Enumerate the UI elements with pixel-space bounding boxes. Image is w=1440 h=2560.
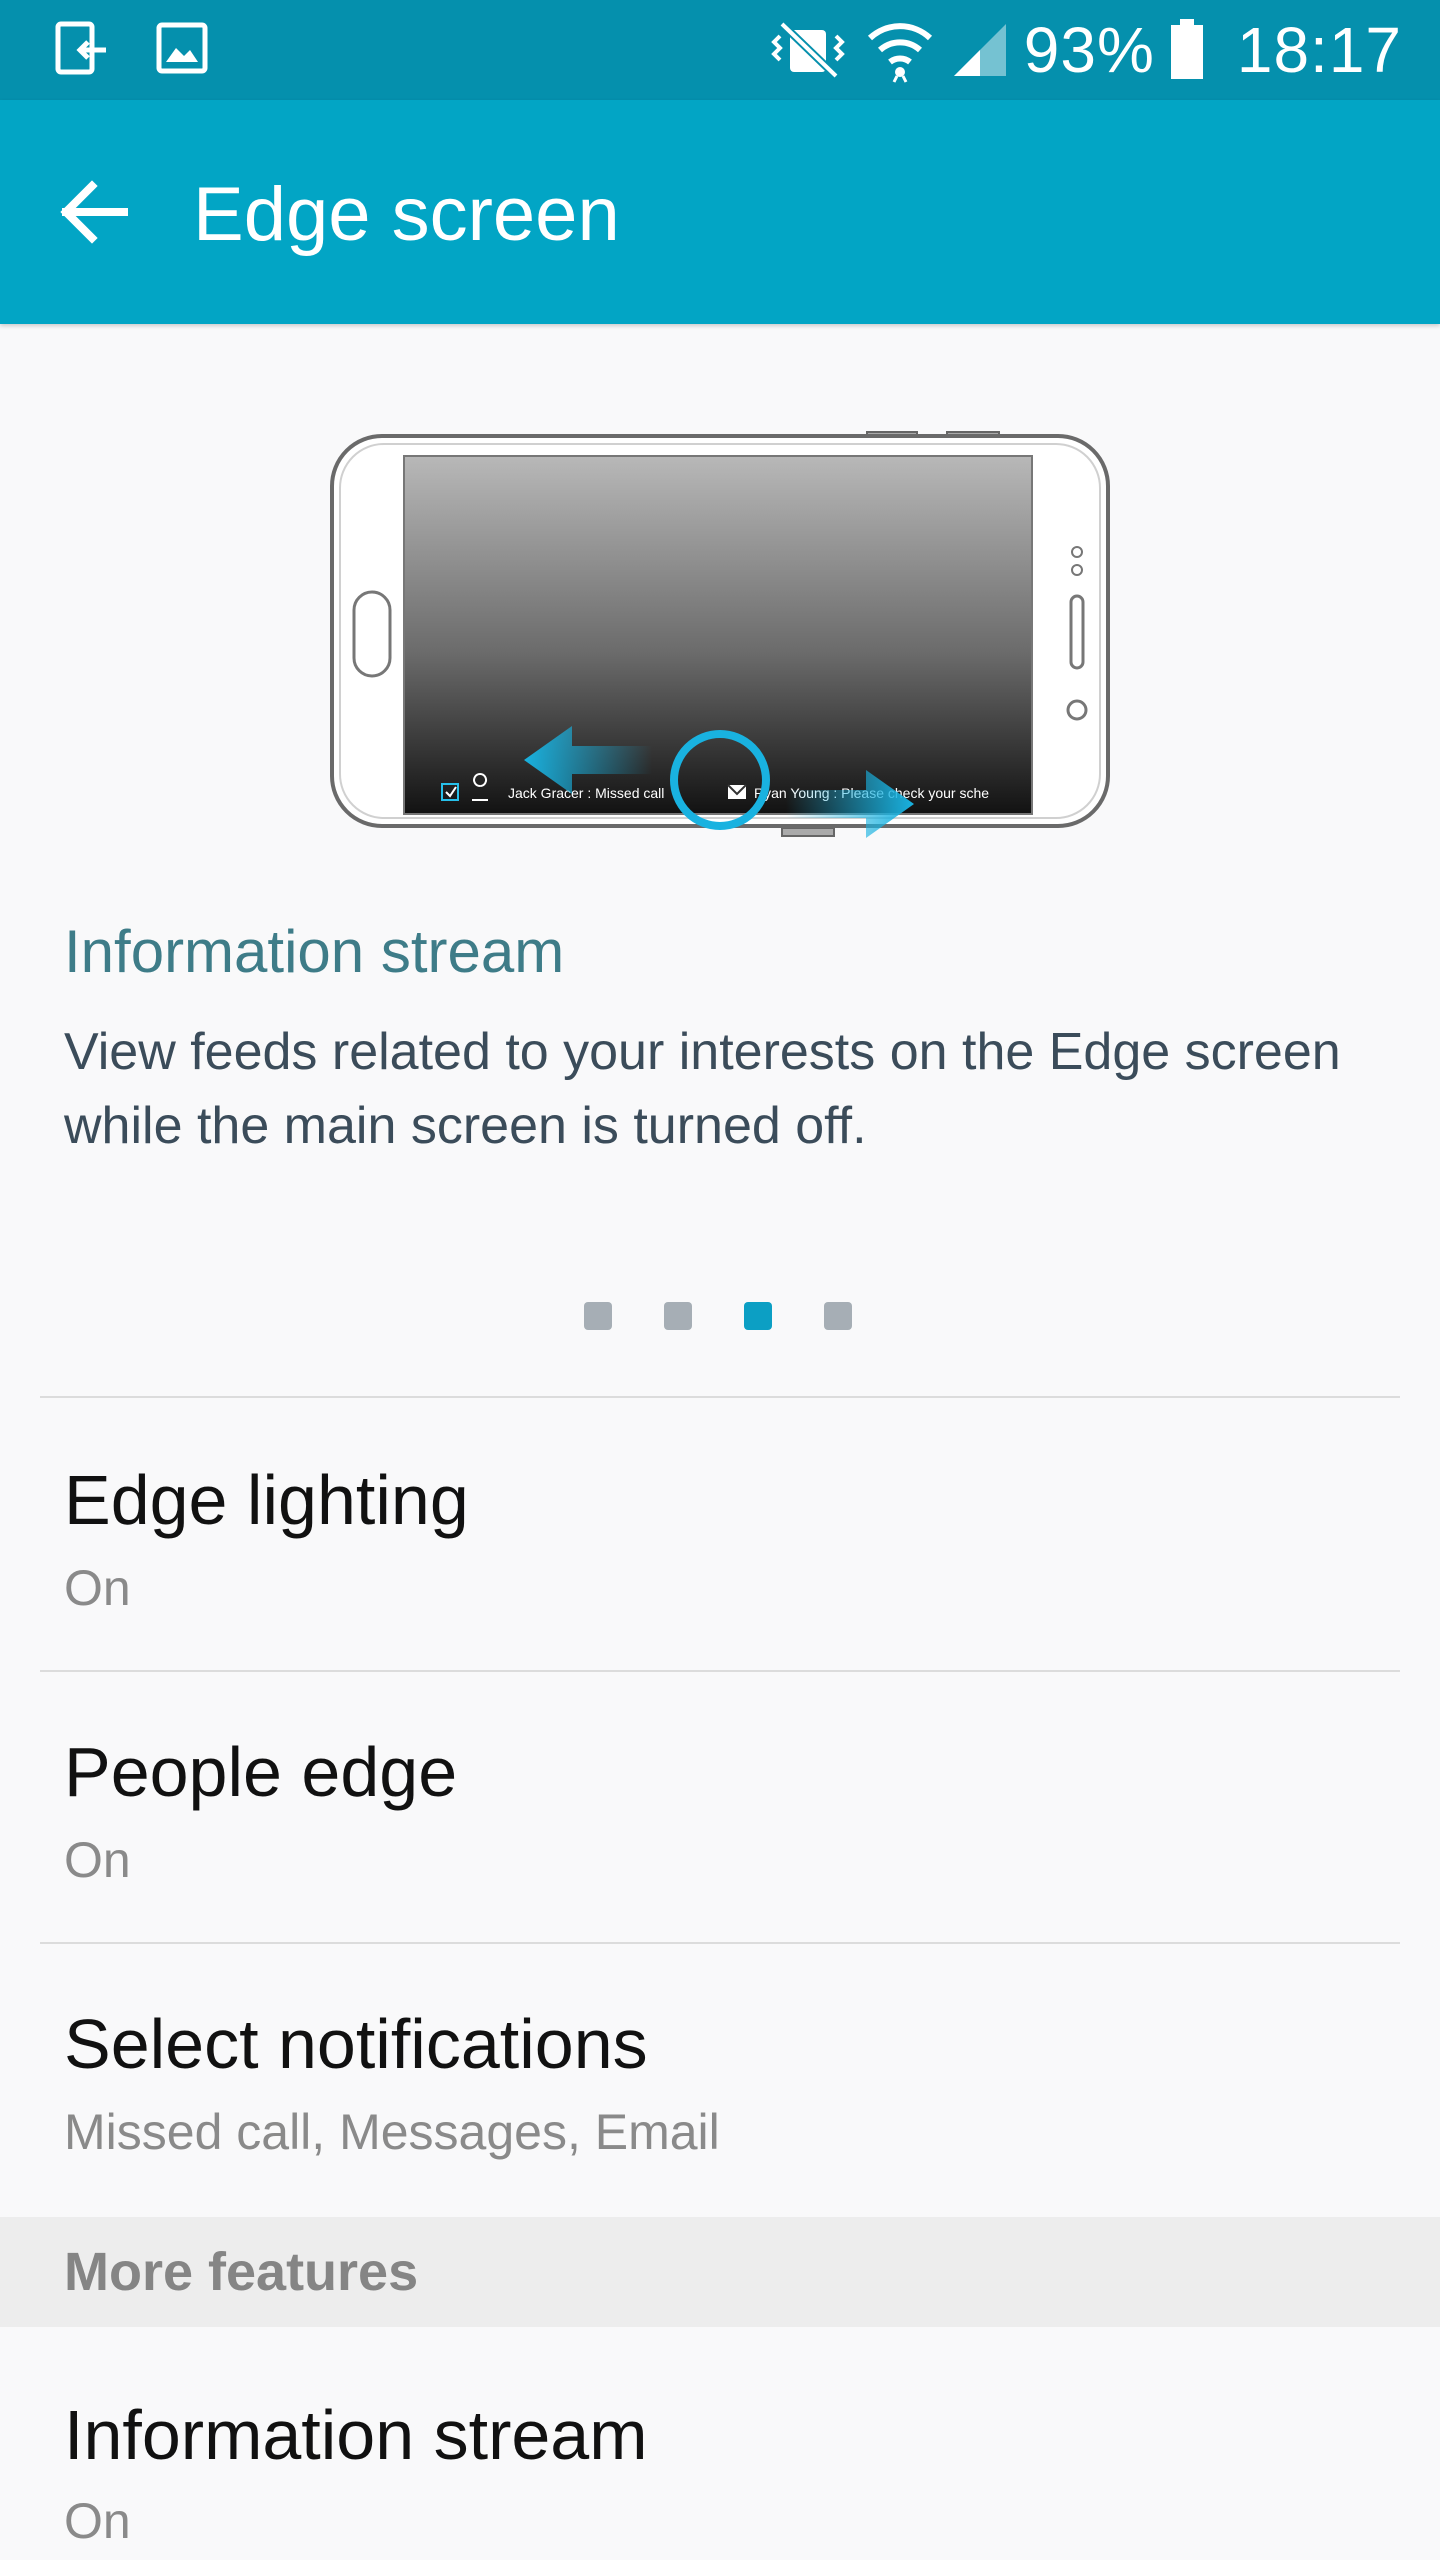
status-left-icons: [52, 20, 210, 78]
setting-select-notifications[interactable]: Select notifications Missed call, Messag…: [0, 1944, 1440, 2217]
page-dot-1[interactable]: [584, 1302, 612, 1330]
page-indicator: [584, 1302, 852, 1330]
setting-value: On: [64, 2493, 131, 2549]
battery-icon: [1170, 19, 1203, 79]
page-dot-3[interactable]: [744, 1302, 772, 1330]
status-bar: 93% 18:17: [0, 0, 1440, 100]
setting-information-stream[interactable]: Information stream On: [0, 2327, 1440, 2560]
vibrate-mute-icon: [770, 21, 845, 79]
setting-title: Select notifications: [64, 2005, 648, 2083]
setting-people-edge[interactable]: People edge On: [0, 1672, 1440, 1942]
wifi-icon: [867, 23, 932, 83]
section-header-label: More features: [64, 2242, 419, 2302]
page-title: Edge screen: [193, 172, 620, 257]
status-right-icons: 93% 18:17: [766, 8, 1402, 92]
edge-illustration: Jack Gracer : Missed call Ryan Young : P…: [322, 420, 1122, 860]
battery-percent: 93%: [1023, 14, 1155, 86]
notification-text-1: Jack Gracer : Missed call: [508, 785, 664, 801]
back-arrow-icon: [60, 180, 128, 244]
back-button[interactable]: [54, 172, 140, 252]
carousel-description: View feeds related to your interests on …: [64, 1023, 1341, 1155]
section-header-more-features: More features: [0, 2217, 1440, 2327]
setting-value: On: [64, 1832, 131, 1888]
setting-value: Missed call, Messages, Email: [64, 2104, 720, 2160]
setting-title: Information stream: [64, 2396, 648, 2474]
screen-share-icon: [55, 21, 106, 75]
setting-edge-lighting[interactable]: Edge lighting On: [0, 1398, 1440, 1670]
signal-icon: [953, 24, 1006, 76]
setting-value: On: [64, 1560, 131, 1616]
setting-title: Edge lighting: [64, 1461, 469, 1539]
carousel-title: Information stream: [64, 918, 565, 985]
app-toolbar: Edge screen: [0, 100, 1440, 324]
setting-title: People edge: [64, 1733, 458, 1811]
page-dot-4[interactable]: [824, 1302, 852, 1330]
status-time: 18:17: [1236, 14, 1402, 86]
page-dot-2[interactable]: [664, 1302, 692, 1330]
gallery-icon: [156, 22, 208, 74]
